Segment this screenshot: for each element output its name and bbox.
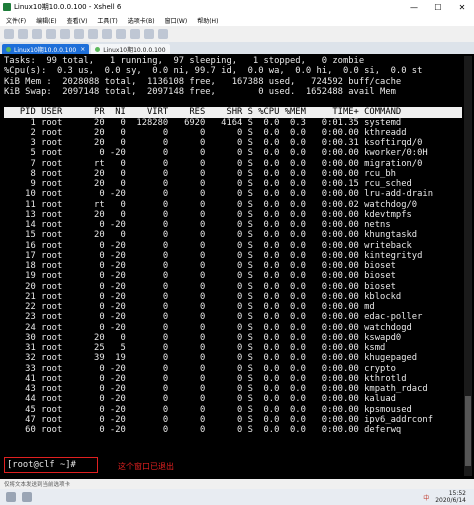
process-row: 43 root 0 -20 0 0 0 S 0.0 0.0 0:00.00 km… [4, 384, 428, 394]
process-row: 24 root 0 -20 0 0 0 S 0.0 0.0 0:00.00 wa… [4, 322, 412, 333]
summary-line: Tasks: 99 total, 1 running, 97 sleeping,… [4, 56, 365, 66]
process-row: 31 root 25 5 0 0 0 S 0.0 0.0 0:00.00 ksm… [4, 343, 386, 353]
shell-prompt[interactable]: [root@clf ~]# [4, 457, 98, 473]
paste-icon[interactable] [60, 29, 70, 39]
window-title: Linux10期10.0.0.100 - Xshell 6 [14, 3, 122, 11]
process-row: 17 root 0 -20 0 0 0 S 0.0 0.0 0:00.00 ki… [4, 250, 423, 261]
process-row: 45 root 0 -20 0 0 0 S 0.0 0.0 0:00.00 kp… [4, 404, 412, 415]
connected-status-icon [6, 46, 11, 52]
tab-label: Linux10期10.0.0.100 [103, 46, 166, 54]
process-row: 33 root 0 -20 0 0 0 S 0.0 0.0 0:00.00 cr… [4, 363, 396, 374]
tab-session-1[interactable]: Linux10期10.0.0.100 × [2, 44, 90, 54]
process-row: 21 root 0 -20 0 0 0 S 0.0 0.0 0:00.00 kb… [4, 291, 402, 302]
menu-help[interactable]: 帮助(H) [197, 16, 218, 25]
process-row: 47 root 0 -20 0 0 0 S 0.0 0.0 0:00.00 ip… [4, 414, 433, 425]
summary-line: KiB Mem : 2028088 total, 1136108 free, 1… [4, 76, 402, 87]
search-icon[interactable] [74, 29, 84, 39]
process-row: 8 root 20 0 0 0 0 S 0.0 0.0 0:00.00 rcu_… [4, 168, 396, 179]
process-row: 22 root 0 -20 0 0 0 S 0.0 0.0 0:00.00 md [4, 302, 375, 312]
menu-file[interactable]: 文件(F) [6, 16, 26, 25]
process-row: 9 root 20 0 0 0 0 S 0.0 0.0 0:00.15 rcu_… [4, 179, 412, 189]
process-row: 30 root 20 0 0 0 0 S 0.0 0.0 0:00.00 ksw… [4, 332, 402, 343]
process-row: 5 root 0 -20 0 0 0 S 0.0 0.0 0:00.00 kwo… [4, 148, 428, 159]
close-button[interactable]: ✕ [450, 0, 474, 14]
start-icon[interactable] [6, 492, 16, 502]
process-row: 19 root 0 -20 0 0 0 S 0.0 0.0 0:00.00 bi… [4, 271, 396, 282]
print-icon[interactable] [88, 29, 98, 39]
taskbar: 中 15:52 2020/6/14 [0, 489, 474, 505]
window-exited-annotation: 这个窗口已退出 [118, 462, 174, 471]
copy-icon[interactable] [46, 29, 56, 39]
process-row: 44 root 0 -20 0 0 0 S 0.0 0.0 0:00.00 ka… [4, 394, 396, 405]
ime-indicator[interactable]: 中 [423, 493, 429, 502]
window-titlebar: Linux10期10.0.0.100 - Xshell 6 — ☐ ✕ [0, 0, 474, 14]
tab-session-2[interactable]: Linux10期10.0.0.100 [91, 44, 170, 54]
clock-time: 15:52 [448, 490, 466, 497]
process-row: 7 root rt 0 0 0 0 S 0.0 0.0 0:00.00 migr… [4, 158, 423, 169]
process-row: 2 root 20 0 0 0 0 S 0.0 0.0 0:00.00 kthr… [4, 127, 407, 138]
menu-bar: 文件(F) 编辑(E) 查看(V) 工具(T) 选项卡(B) 窗口(W) 帮助(… [0, 14, 474, 26]
fullscreen-icon[interactable] [144, 29, 154, 39]
process-row: 15 root 20 0 0 0 0 S 0.0 0.0 0:00.00 khu… [4, 230, 418, 241]
process-row: 1 root 20 0 128280 6920 4164 S 0.0 0.3 0… [4, 117, 402, 128]
terminal-scrollbar[interactable] [464, 56, 472, 476]
connected-status-icon [95, 46, 101, 52]
scrollbar-thumb[interactable] [465, 396, 471, 466]
process-row: 11 root rt 0 0 0 0 S 0.0 0.0 0:00.02 wat… [4, 199, 418, 210]
minimize-button[interactable]: — [402, 0, 426, 14]
keyboard-icon[interactable] [130, 29, 140, 39]
process-row: 18 root 0 -20 0 0 0 S 0.0 0.0 0:00.00 bi… [4, 261, 396, 271]
process-row: 60 root 0 -20 0 0 0 S 0.0 0.0 0:00.00 de… [4, 425, 402, 435]
terminal-output[interactable]: Tasks: 99 total, 1 running, 97 sleeping,… [4, 56, 462, 476]
lock-icon[interactable] [116, 29, 126, 39]
taskbar-app-icon[interactable] [22, 492, 32, 502]
summary-line: %Cpu(s): 0.3 us, 0.0 sy, 0.0 ni, 99.7 id… [4, 66, 423, 77]
process-row: 13 root 20 0 0 0 0 S 0.0 0.0 0:00.00 kde… [4, 209, 412, 220]
process-row: 10 root 0 -20 0 0 0 S 0.0 0.0 0:00.00 lr… [4, 189, 433, 200]
menu-window[interactable]: 窗口(W) [165, 16, 188, 25]
process-row: 14 root 0 -20 0 0 0 S 0.0 0.0 0:00.00 ne… [4, 220, 391, 230]
maximize-button[interactable]: ☐ [426, 0, 450, 14]
process-row: 23 root 0 -20 0 0 0 S 0.0 0.0 0:00.00 ed… [4, 312, 423, 323]
process-row: 32 root 39 19 0 0 0 S 0.0 0.0 0:00.00 kh… [4, 353, 418, 364]
tab-label: Linux10期10.0.0.100 [14, 46, 77, 54]
toolbar [0, 26, 474, 43]
menu-view[interactable]: 查看(V) [67, 16, 88, 25]
xshell-app-icon [3, 3, 11, 11]
system-clock: 15:52 2020/6/14 [435, 490, 466, 504]
menu-tabs[interactable]: 选项卡(B) [128, 16, 155, 25]
help-icon[interactable] [158, 29, 168, 39]
clock-date: 2020/6/14 [435, 497, 466, 504]
open-folder-icon[interactable] [18, 29, 28, 39]
summary-line: KiB Swap: 2097148 total, 2097148 free, 0… [4, 86, 396, 97]
new-session-icon[interactable] [4, 29, 14, 39]
link-icon[interactable] [32, 29, 42, 39]
globe-icon[interactable] [102, 29, 112, 39]
process-row: 41 root 0 -20 0 0 0 S 0.0 0.0 0:00.00 kt… [4, 373, 407, 384]
status-bar: 仅将文本发送到当前选项卡 [0, 479, 474, 489]
summary-line [4, 97, 462, 107]
process-row: 20 root 0 -20 0 0 0 S 0.0 0.0 0:00.00 bi… [4, 281, 396, 292]
menu-edit[interactable]: 编辑(E) [36, 16, 56, 25]
session-tabs: Linux10期10.0.0.100 × Linux10期10.0.0.100 [0, 42, 474, 54]
process-row: 16 root 0 -20 0 0 0 S 0.0 0.0 0:00.00 wr… [4, 240, 412, 251]
process-table-header: PID USER PR NI VIRT RES SHR S %CPU %MEM … [4, 107, 462, 118]
menu-tools[interactable]: 工具(T) [97, 16, 117, 25]
process-row: 3 root 20 0 0 0 0 S 0.0 0.0 0:00.31 ksof… [4, 138, 423, 148]
tab-close-icon[interactable]: × [80, 46, 85, 53]
